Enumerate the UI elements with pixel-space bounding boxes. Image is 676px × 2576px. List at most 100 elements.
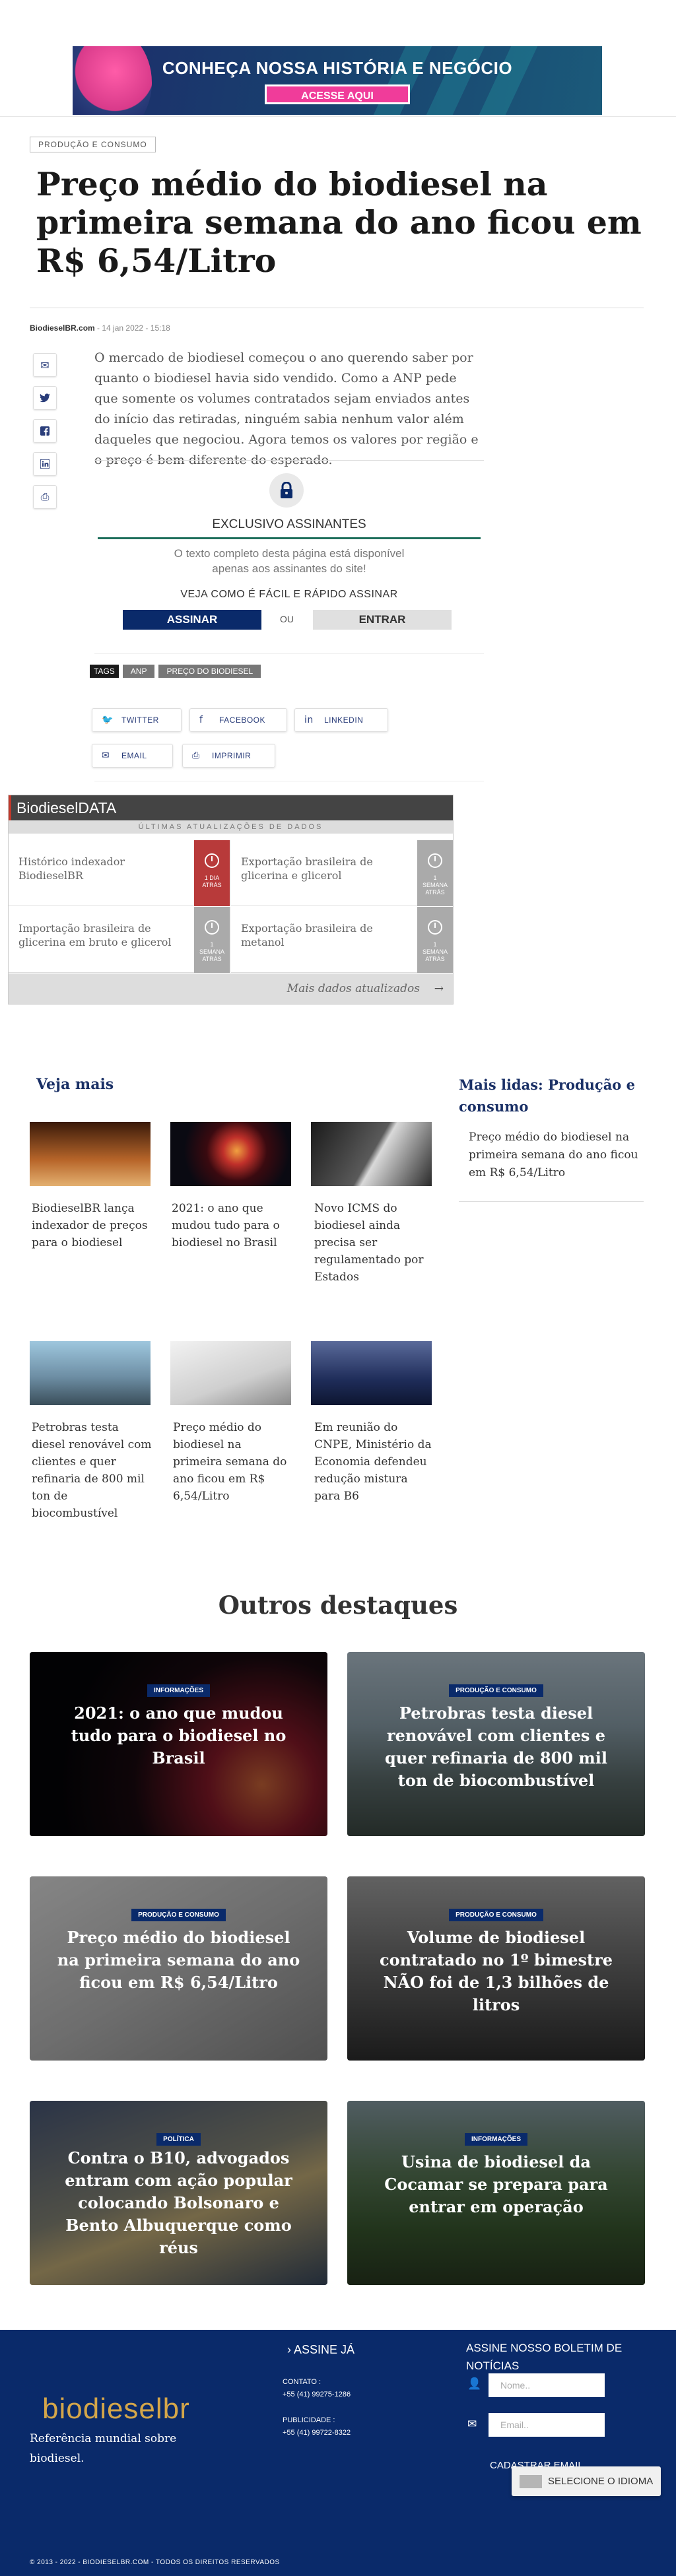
login-button[interactable]: ENTRAR [313, 610, 452, 630]
highlight-card[interactable]: POLÍTICA Contra o B10, advogados entram … [30, 2101, 327, 2285]
advertising-label: PUBLICIDADE : [283, 2416, 335, 2424]
data-age-badge: 1 SEMANA ATRÁS [417, 840, 453, 906]
data-item[interactable]: Exportação brasileira de metanol 1 SEMANA… [231, 907, 453, 973]
site-logo[interactable]: biodieselbr [42, 2393, 190, 2426]
badge-label: PRODUÇÃO E CONSUMO [131, 1909, 226, 1921]
mais-lidas-title: Mais lidas: Produção e consumo [459, 1076, 635, 1115]
divider [459, 1201, 644, 1202]
more-data-link[interactable]: Mais dados atualizados [9, 974, 453, 1004]
card-title[interactable]: Petrobras testa diesel renovável com cli… [32, 1419, 152, 1522]
veja-mais-title: Veja mais [36, 1076, 114, 1093]
author[interactable]: BiodieselBR.com [30, 323, 95, 333]
twitter-share-button[interactable]: 🐦 TWITTER [92, 708, 182, 732]
clock-icon [428, 853, 442, 868]
card-title: Preço médio do biodiesel na primeira sem… [57, 1928, 300, 1992]
promo-banner[interactable]: CONHEÇA NOSSA HISTÓRIA E NEGÓCIO ACESSE … [73, 46, 602, 115]
banner-stripe [426, 46, 485, 115]
age-unit: ATRÁS [202, 882, 222, 888]
linkedin-share-button[interactable]: in LINKEDIN [294, 708, 388, 732]
tags-row: TAGS ANP PREÇO DO BIODIESEL [90, 665, 261, 678]
linkedin-icon: in [304, 715, 314, 725]
highlight-card[interactable]: PRODUÇÃO E CONSUMO Preço médio do biodie… [30, 1876, 327, 2061]
print-share-button[interactable]: ⎙ IMPRIMIR [182, 744, 275, 768]
highlight-card[interactable]: INFORMAÇÕES 2021: o ano que mudou tudo p… [30, 1652, 327, 1836]
newsletter-email-input[interactable]: Email.. [489, 2413, 605, 2437]
article-lede: O mercado de biodiesel começou o ano que… [94, 350, 479, 467]
contact-phone[interactable]: +55 (41) 99275-1286 [283, 2389, 351, 2400]
age-number: 1 [433, 875, 437, 881]
article-title: Preço médio do biodiesel na primeira sem… [36, 165, 642, 280]
email-share-label: EMAIL [121, 751, 147, 760]
mais-lidas-item[interactable]: Preço médio do biodiesel na primeira sem… [469, 1129, 644, 1182]
card-badge: PRODUÇÃO E CONSUMO [347, 1907, 645, 1921]
subscribe-link-label: ASSINE JÁ [294, 2343, 355, 2356]
email-icon: ✉ [467, 2418, 477, 2431]
twitter-icon [40, 393, 50, 403]
chevron-right-icon: › [287, 2343, 294, 2356]
card-title[interactable]: 2021: o ano que mudou tudo para o biodie… [172, 1200, 292, 1251]
card-image[interactable] [170, 1122, 291, 1186]
card-badge: PRODUÇÃO E CONSUMO [347, 1682, 645, 1697]
subscribe-button[interactable]: ASSINAR [123, 610, 261, 630]
highlight-card[interactable]: INFORMAÇÕES Usina de biodiesel da Cocama… [347, 2101, 645, 2285]
facebook-share-button[interactable]: f FACEBOOK [189, 708, 287, 732]
badge-label: POLÍTICA [156, 2133, 201, 2146]
data-item-label: Importação brasileira de glicerina em br… [18, 922, 172, 948]
twitter-icon: 🐦 [102, 715, 114, 725]
share-print-icon[interactable]: ⎙ [33, 485, 57, 509]
category-tag[interactable]: PRODUÇÃO E CONSUMO [30, 137, 156, 152]
clock-icon [205, 853, 219, 868]
biodieseldata-title: BiodieselDATA [9, 795, 453, 820]
banner-headline: CONHEÇA NOSSA HISTÓRIA E NEGÓCIO [162, 58, 513, 78]
tag-anp[interactable]: ANP [122, 665, 155, 678]
card-badge: PRODUÇÃO E CONSUMO [30, 1907, 327, 1921]
exclusive-cta: VEJA COMO É FÁCIL E RÁPIDO ASSINAR [180, 589, 398, 600]
publish-date: 14 jan 2022 - 15:18 [102, 323, 170, 333]
exclusive-title: EXCLUSIVO ASSINANTES [212, 517, 366, 531]
email-share-button[interactable]: ✉ EMAIL [92, 744, 173, 768]
highlight-card[interactable]: PRODUÇÃO E CONSUMO Petrobras testa diese… [347, 1652, 645, 1836]
tags-label: TAGS [90, 665, 119, 678]
card-image[interactable] [311, 1122, 432, 1186]
tag-preco-biodiesel[interactable]: PREÇO DO BIODIESEL [158, 665, 261, 678]
highlight-card[interactable]: PRODUÇÃO E CONSUMO Volume de biodiesel c… [347, 1876, 645, 2061]
contact-label: CONTATO : [283, 2378, 321, 2386]
divider [98, 537, 481, 539]
share-linkedin-icon[interactable] [33, 452, 57, 476]
card-title[interactable]: BiodieselBR lança indexador de preços pa… [32, 1200, 152, 1251]
language-selector[interactable]: SELECIONE O IDIOMA [512, 2466, 661, 2496]
card-title[interactable]: Preço médio do biodiesel na primeira sem… [173, 1419, 294, 1505]
site-footer: biodieselbr Referência mundial sobre bio… [0, 2330, 676, 2576]
share-email-icon[interactable]: ✉ [33, 353, 57, 377]
newsletter-name-input[interactable]: Nome.. [489, 2373, 605, 2397]
card-image[interactable] [30, 1341, 151, 1405]
user-icon: 👤 [467, 2377, 482, 2391]
data-item-label: Exportação brasileira de metanol [241, 922, 373, 948]
data-item[interactable]: Exportação brasileira de glicerina e gli… [231, 840, 453, 906]
age-unit: SEMANA ATRÁS [422, 948, 448, 962]
card-title: 2021: o ano que mudou tudo para o biodie… [71, 1703, 287, 1767]
badge-label: PRODUÇÃO E CONSUMO [449, 1684, 543, 1697]
share-facebook-icon[interactable] [33, 419, 57, 443]
card-image[interactable] [170, 1341, 291, 1405]
card-image[interactable] [311, 1341, 432, 1405]
card-title[interactable]: Novo ICMS do biodiesel ainda precisa ser… [314, 1200, 435, 1286]
share-twitter-icon[interactable] [33, 386, 57, 410]
card-image[interactable] [30, 1122, 151, 1186]
twitter-share-label: TWITTER [121, 715, 159, 725]
card-title[interactable]: Em reunião do CNPE, Ministério da Econom… [314, 1419, 435, 1505]
lock-icon [269, 473, 304, 508]
card-badge: INFORMAÇÕES [30, 1682, 327, 1697]
advertising-phone[interactable]: +55 (41) 99722-8322 [283, 2427, 351, 2439]
outros-destaques-title: Outros destaques [218, 1591, 458, 1620]
byline: BiodieselBR.com - 14 jan 2022 - 15:18 [30, 323, 170, 333]
or-label: OU [280, 614, 294, 624]
banner-cta-button[interactable]: ACESSE AQUI [265, 84, 410, 104]
data-item[interactable]: Histórico indexador BiodieselBR 1 DIA ATR… [9, 840, 230, 906]
divider [94, 460, 484, 461]
subscribe-link[interactable]: › ASSINE JÁ [287, 2343, 355, 2357]
data-item[interactable]: Importação brasileira de glicerina em br… [9, 907, 230, 973]
divider [0, 116, 676, 117]
linkedin-share-label: LINKEDIN [324, 715, 364, 725]
age-number: 1 [210, 941, 214, 948]
